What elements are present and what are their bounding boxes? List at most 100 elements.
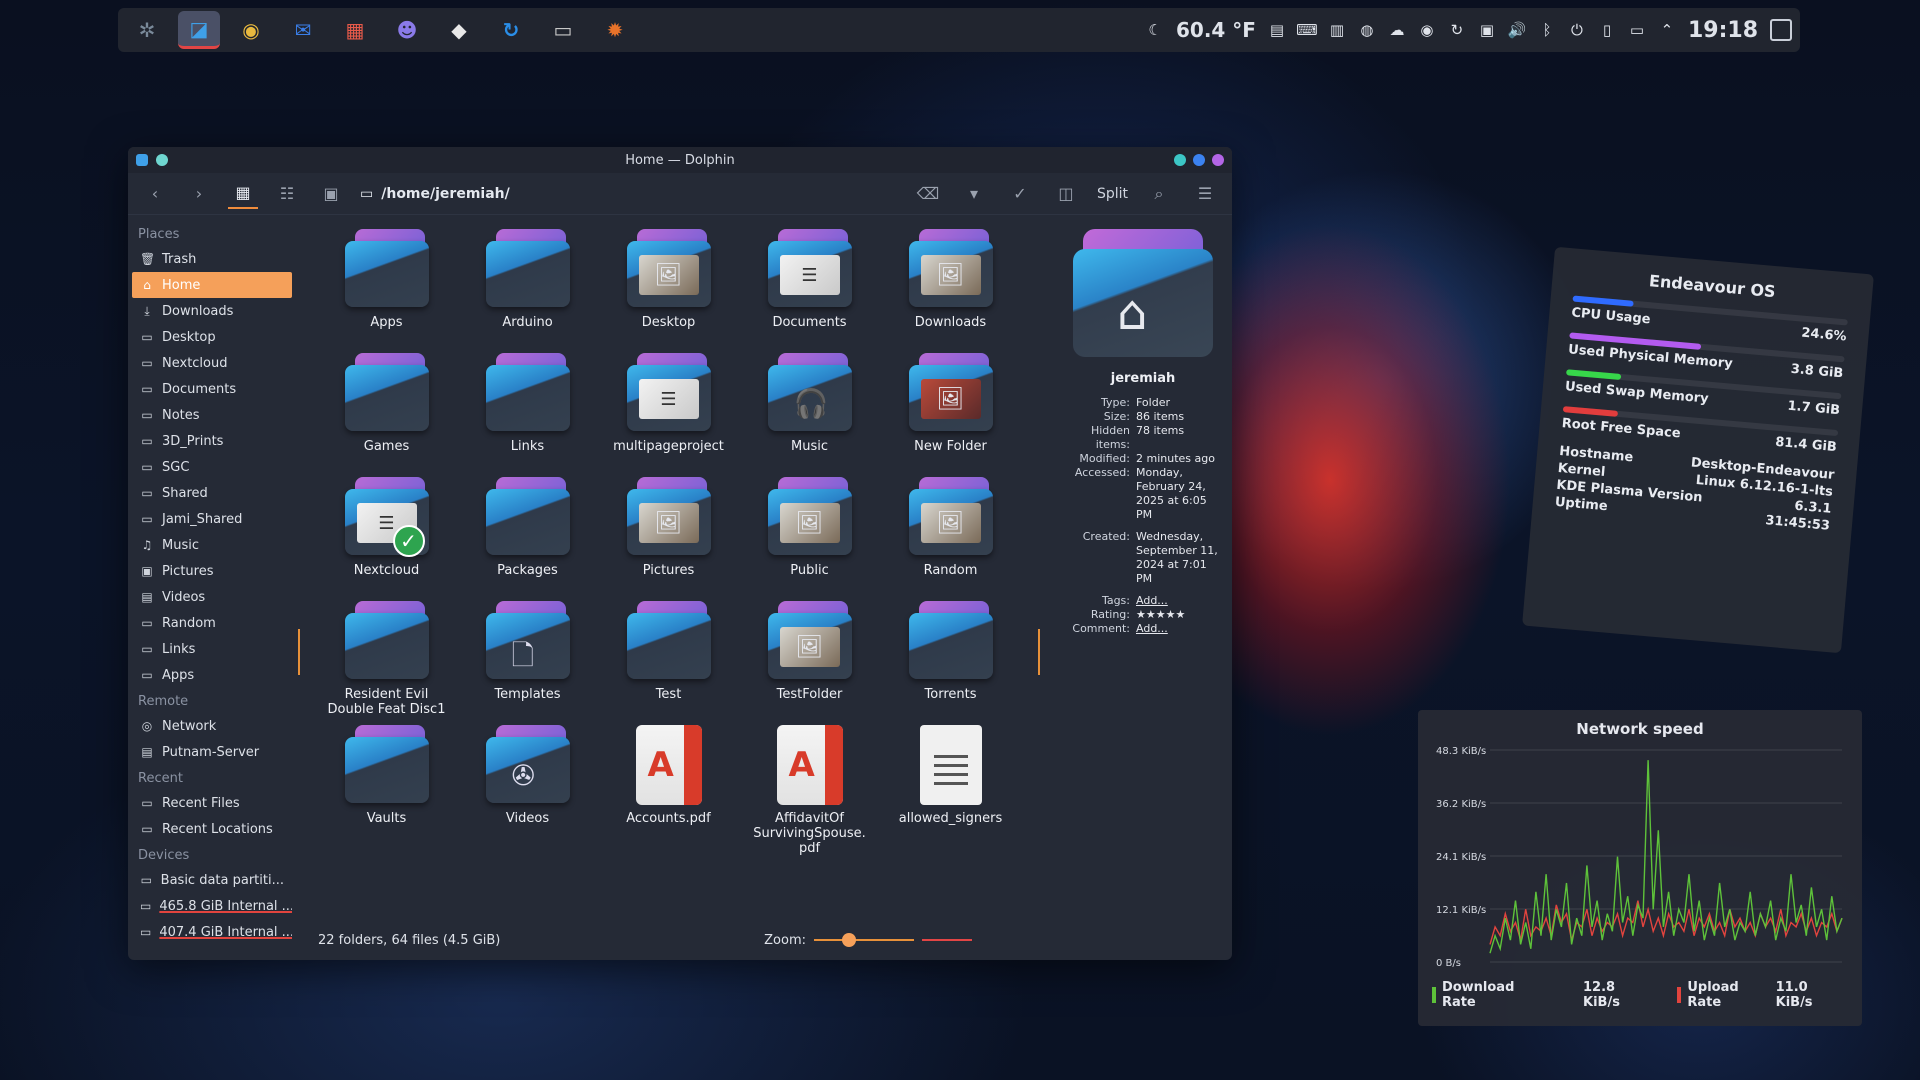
- pin-icon[interactable]: [156, 154, 168, 166]
- file-item[interactable]: 🖼 TestFolder: [739, 595, 880, 719]
- chevron-up-icon[interactable]: ⌃: [1658, 21, 1676, 39]
- sync-icon[interactable]: ↻: [1448, 21, 1466, 39]
- file-item[interactable]: Apps: [316, 223, 457, 347]
- file-item[interactable]: Arduino: [457, 223, 598, 347]
- file-item[interactable]: A AffidavitOf SurvivingSpouse. pdf: [739, 719, 880, 857]
- dolphin-app-icon[interactable]: [136, 154, 148, 166]
- meta-add-link[interactable]: Add...: [1136, 594, 1168, 608]
- bluetooth-icon[interactable]: ᛒ: [1538, 21, 1556, 39]
- system-monitor-icon[interactable]: ▥: [1328, 21, 1346, 39]
- split-button[interactable]: Split: [1097, 186, 1128, 202]
- file-item[interactable]: A Accounts.pdf: [598, 719, 739, 857]
- file-item[interactable]: Packages: [457, 471, 598, 595]
- clear-icon[interactable]: ⌫: [913, 179, 943, 209]
- file-item[interactable]: Links: [457, 347, 598, 471]
- back-button[interactable]: ‹: [140, 179, 170, 209]
- power-icon[interactable]: ⏻: [1568, 21, 1586, 39]
- sidebar-item-trash[interactable]: 🗑 Trash: [132, 246, 292, 272]
- sidebar-item-notes[interactable]: ▭ Notes: [132, 402, 292, 428]
- clipboard-icon[interactable]: ▣: [1478, 21, 1496, 39]
- details-view-button[interactable]: ▣: [316, 179, 346, 209]
- nextcloud-icon[interactable]: ◉: [1418, 21, 1436, 39]
- cloud-icon[interactable]: ☁: [1388, 21, 1406, 39]
- sidebar-item-random[interactable]: ▭ Random: [132, 610, 292, 636]
- file-item[interactable]: 🖼 Public: [739, 471, 880, 595]
- vpn-icon[interactable]: ◍: [1358, 21, 1376, 39]
- file-item[interactable]: ✇ Videos: [457, 719, 598, 857]
- terminal-icon[interactable]: ▦: [334, 11, 376, 49]
- maximize-button[interactable]: [1193, 154, 1205, 166]
- file-view[interactable]: Apps Arduino 🖼 Desktop ☰ Documents 🖼 Downloads G…: [296, 215, 1232, 915]
- sidebar-item-network[interactable]: ◎ Network: [132, 713, 292, 739]
- file-item[interactable]: Test: [598, 595, 739, 719]
- clock[interactable]: 19:18: [1688, 18, 1758, 43]
- location-bar[interactable]: ▭ /home/jeremiah/: [360, 186, 510, 202]
- file-item[interactable]: ☰ ✓ Nextcloud: [316, 471, 457, 595]
- device-icon[interactable]: ▯: [1598, 21, 1616, 39]
- file-item[interactable]: Torrents: [880, 595, 1021, 719]
- file-item[interactable]: 🎧 Music: [739, 347, 880, 471]
- sidebar-item-recent-locations[interactable]: ▭ Recent Locations: [132, 816, 292, 842]
- thunderbird-icon[interactable]: ✉: [282, 11, 324, 49]
- sidebar-item-downloads[interactable]: ⤓ Downloads: [132, 298, 292, 324]
- sidebar-item-3d-prints[interactable]: ▭ 3D_Prints: [132, 428, 292, 454]
- zoom-slider[interactable]: [814, 933, 914, 947]
- compact-view-button[interactable]: ☷: [272, 179, 302, 209]
- minimize-button[interactable]: [1174, 154, 1186, 166]
- file-item[interactable]: 🖼 Desktop: [598, 223, 739, 347]
- meta-add-link[interactable]: Add...: [1136, 622, 1168, 636]
- weather-temperature[interactable]: 60.4 °F: [1176, 18, 1256, 42]
- dolphin-icon[interactable]: ◪: [178, 11, 220, 49]
- file-item[interactable]: ☰ Documents: [739, 223, 880, 347]
- sidebar-item-nextcloud[interactable]: ▭ Nextcloud: [132, 350, 292, 376]
- sidebar-item-shared[interactable]: ▭ Shared: [132, 480, 292, 506]
- sidebar-item-jami-shared[interactable]: ▭ Jami_Shared: [132, 506, 292, 532]
- obsidian-icon[interactable]: ◆: [438, 11, 480, 49]
- sidebar-item-links[interactable]: ▭ Links: [132, 636, 292, 662]
- sidebar-item-recent-files[interactable]: ▭ Recent Files: [132, 790, 292, 816]
- sidebar-item-sgc[interactable]: ▭ SGC: [132, 454, 292, 480]
- select-icon[interactable]: ✓: [1005, 179, 1035, 209]
- forward-button[interactable]: ›: [184, 179, 214, 209]
- file-item[interactable]: ☰ multipageproject: [598, 347, 739, 471]
- file-item[interactable]: Resident Evil Double Feat Disc1: [316, 595, 457, 719]
- synology-icon[interactable]: ↻: [490, 11, 532, 49]
- volume-icon[interactable]: 🔊: [1508, 21, 1527, 39]
- titlebar[interactable]: Home — Dolphin: [128, 147, 1232, 173]
- sidebar-item-465-8-gib-internal[interactable]: ▭ 465.8 GiB Internal ...: [132, 893, 292, 919]
- file-item[interactable]: 🗋 Templates: [457, 595, 598, 719]
- file-item[interactable]: 🖼 Downloads: [880, 223, 1021, 347]
- icons-view-button[interactable]: ▦: [228, 179, 258, 209]
- file-item[interactable]: Vaults: [316, 719, 457, 857]
- sidebar-item-apps[interactable]: ▭ Apps: [132, 662, 292, 688]
- close-button[interactable]: [1212, 154, 1224, 166]
- sidebar-item-documents[interactable]: ▭ Documents: [132, 376, 292, 402]
- file-item[interactable]: 🖼 Random: [880, 471, 1021, 595]
- settings-icon[interactable]: ✹: [594, 11, 636, 49]
- sidebar-item-basic-data-partiti[interactable]: ▭ Basic data partiti...: [132, 867, 292, 893]
- sidebar-item-home[interactable]: ⌂ Home: [132, 272, 292, 298]
- file-item[interactable]: allowed_signers: [880, 719, 1021, 857]
- file-item[interactable]: Games: [316, 347, 457, 471]
- split-view-icon[interactable]: ◫: [1051, 179, 1081, 209]
- hamburger-menu-icon[interactable]: ☰: [1190, 179, 1220, 209]
- zoom-slider-handle[interactable]: [842, 933, 856, 947]
- keyboard-icon[interactable]: ⌨: [1296, 21, 1318, 39]
- kde-gear-icon[interactable]: ✲: [126, 11, 168, 49]
- sidebar-item-desktop[interactable]: ▭ Desktop: [132, 324, 292, 350]
- sidebar-item-music[interactable]: ♫ Music: [132, 532, 292, 558]
- sidebar-item-pictures[interactable]: ▣ Pictures: [132, 558, 292, 584]
- show-desktop-button[interactable]: [1770, 19, 1792, 41]
- night-mode-icon[interactable]: ☾: [1146, 21, 1164, 39]
- sidebar-item-putnam-server[interactable]: ▤ Putnam-Server: [132, 739, 292, 765]
- display-icon[interactable]: ▭: [1628, 21, 1646, 39]
- game-icon[interactable]: ☻: [386, 11, 428, 49]
- search-icon[interactable]: ⌕: [1144, 179, 1174, 209]
- chevron-down-icon[interactable]: ▾: [959, 179, 989, 209]
- file-item[interactable]: 🖼 New Folder: [880, 347, 1021, 471]
- file-item[interactable]: 🖼 Pictures: [598, 471, 739, 595]
- monitor-icon[interactable]: ▭: [542, 11, 584, 49]
- chrome-icon[interactable]: ◉: [230, 11, 272, 49]
- sidebar-item-videos[interactable]: ▤ Videos: [132, 584, 292, 610]
- chat-icon[interactable]: ▤: [1268, 21, 1286, 39]
